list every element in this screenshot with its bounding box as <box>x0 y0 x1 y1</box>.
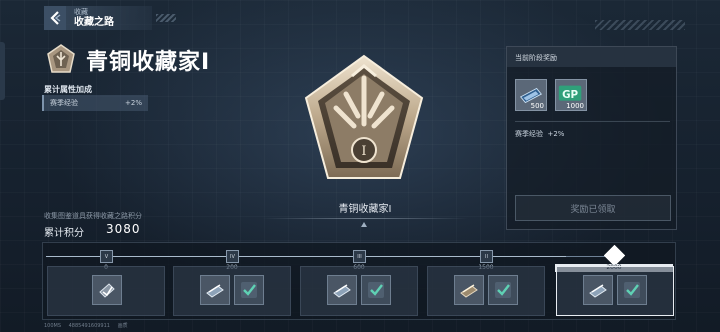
reward-divider <box>515 121 670 122</box>
stripe-decoration <box>595 20 685 30</box>
tier-node-3: III <box>353 250 366 263</box>
status-footer: 100MS 4885491609911 画质 <box>44 322 134 329</box>
svg-text:GP: GP <box>562 89 578 101</box>
left-edge-tab[interactable] <box>0 42 5 100</box>
check-icon <box>368 282 384 298</box>
check-icon <box>241 282 257 298</box>
tier-card-5[interactable] <box>47 266 165 316</box>
rank-title: 青铜收藏家I <box>86 50 211 75</box>
badge-numeral: I <box>361 144 366 159</box>
tier-node-2: II <box>480 250 493 263</box>
header-stripe-decoration <box>156 14 176 22</box>
tier-reward-ticket[interactable] <box>583 275 613 305</box>
points-hint: 收集图鉴道具获得收藏之路积分 <box>44 212 142 220</box>
check-icon <box>495 282 511 298</box>
attribute-bonus-title: 累计属性加成 <box>44 85 92 94</box>
tier-node-4: IV <box>226 250 239 263</box>
tier-reward-claimed <box>234 275 264 305</box>
reward-item-gp[interactable]: GP 1000 <box>555 79 587 111</box>
points-label: 累计积分 <box>44 228 84 239</box>
reward-quantity: 1000 <box>566 102 584 110</box>
tier-card-current[interactable] <box>556 266 674 316</box>
card-icon <box>99 283 115 298</box>
reward-panel-title: 当前阶段奖励 <box>507 47 676 67</box>
page-title: 收藏之路 <box>74 16 114 28</box>
badge-name: 青铜收藏家I <box>338 204 392 215</box>
claim-reward-button[interactable]: 奖励已领取 <box>515 195 671 221</box>
tier-card-4[interactable] <box>173 266 291 316</box>
rank-badge-small-icon <box>47 44 75 73</box>
tier-reward-claimed <box>488 275 518 305</box>
back-button[interactable] <box>44 6 66 30</box>
breadcrumb: 收藏 <box>74 7 88 16</box>
tier-reward-claimed <box>361 275 391 305</box>
ticket-icon <box>589 284 607 298</box>
rank-badge-emblem: I <box>304 54 424 179</box>
tier-card-3[interactable] <box>300 266 418 316</box>
tier-reward-ticket[interactable] <box>327 275 357 305</box>
reward-exp-bonus: 赛季经验 +2% <box>515 130 565 138</box>
ticket-icon <box>460 284 478 298</box>
tier-reward-claimed <box>617 275 647 305</box>
attribute-row: 赛季经验 +2% <box>42 95 148 111</box>
ticket-icon <box>206 284 224 298</box>
reward-quantity: 500 <box>530 102 544 110</box>
points-value: 3080 <box>106 222 141 236</box>
header-bar: 收藏 收藏之路 <box>44 6 152 30</box>
tier-reward-ticket[interactable] <box>454 275 484 305</box>
reward-item-ticket[interactable]: 500 <box>515 79 547 111</box>
check-icon <box>624 282 640 298</box>
badge-divider <box>262 218 468 219</box>
tier-reward-card[interactable] <box>92 275 122 305</box>
user-id: 4885491609911 <box>68 323 110 329</box>
stage-reward-panel: 当前阶段奖励 500 GP 1000 赛季经验 +2% 奖励已领取 <box>506 46 677 230</box>
ticket-icon <box>333 284 351 298</box>
quality-label: 画质 <box>117 323 128 329</box>
tier-card-2[interactable] <box>427 266 545 316</box>
badge-pointer <box>361 222 367 227</box>
ping-readout: 100MS <box>44 323 62 329</box>
tier-reward-ticket[interactable] <box>200 275 230 305</box>
tier-node-5: V <box>100 250 113 263</box>
attribute-value: +2% <box>125 99 142 107</box>
attribute-label: 赛季经验 <box>50 99 78 107</box>
back-arrow-icon <box>50 11 61 25</box>
